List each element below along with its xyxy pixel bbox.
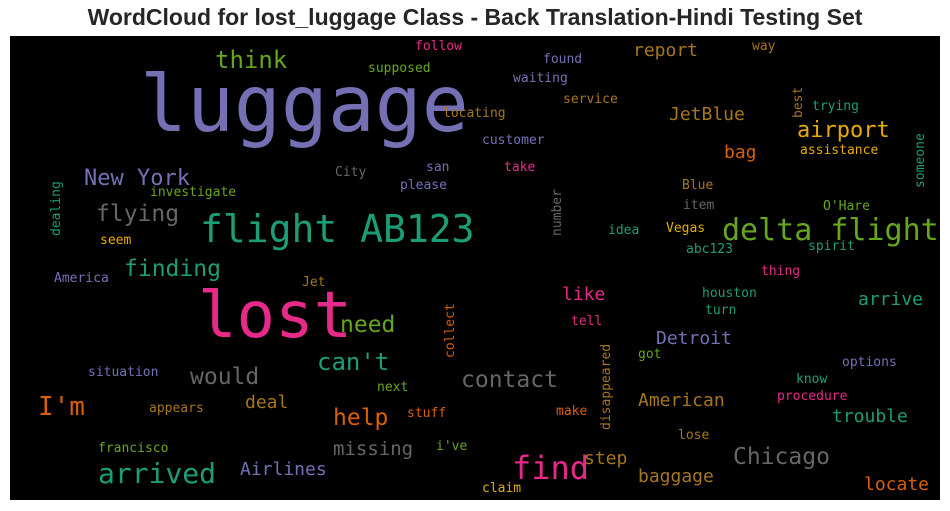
- word-assistance: assistance: [800, 143, 879, 158]
- word-seem: seem: [100, 233, 132, 248]
- word-houston: houston: [702, 286, 757, 301]
- word-step: step: [584, 448, 628, 469]
- word-chicago: Chicago: [733, 444, 830, 470]
- word-someone: someone: [913, 133, 928, 188]
- word-locate: locate: [864, 474, 930, 495]
- word-service: service: [563, 92, 618, 107]
- word-contact: contact: [461, 367, 558, 393]
- word-procedure: procedure: [777, 389, 848, 404]
- word-would: would: [190, 364, 260, 390]
- word-like: like: [562, 284, 606, 305]
- word-disappeared: disappeared: [599, 343, 614, 430]
- word-best: best: [791, 86, 806, 118]
- word-trying: trying: [812, 99, 859, 114]
- word-luggage: luggage: [140, 60, 469, 150]
- word-detroit: Detroit: [656, 328, 732, 349]
- word-city: City: [335, 165, 367, 180]
- word-airlines: Airlines: [240, 459, 327, 480]
- word-i-ve: i've: [436, 439, 468, 454]
- word-trouble: trouble: [832, 406, 908, 427]
- word-find: find: [512, 449, 590, 487]
- word-please: please: [400, 178, 447, 193]
- word-follow: follow: [415, 39, 462, 54]
- word-can-t: can't: [317, 348, 390, 376]
- word-abc123: abc123: [686, 242, 733, 257]
- word-turn: turn: [705, 303, 737, 318]
- word-finding: finding: [124, 256, 221, 282]
- word-spirit: spirit: [808, 239, 855, 254]
- word-flight-ab123: flight AB123: [200, 207, 475, 251]
- word-deal: deal: [245, 392, 289, 413]
- word-lose: lose: [678, 428, 710, 443]
- word-san: san: [426, 160, 450, 175]
- word-dealing: dealing: [49, 181, 64, 236]
- word-take: take: [504, 160, 536, 175]
- word-claim: claim: [482, 481, 522, 496]
- word-flying: flying: [96, 201, 180, 227]
- word-arrived: arrived: [98, 457, 217, 490]
- word-jetblue: JetBlue: [669, 104, 745, 125]
- word-american: American: [638, 390, 725, 411]
- word-tell: tell: [571, 314, 603, 329]
- word-think: think: [215, 46, 288, 74]
- word-vegas: Vegas: [666, 221, 706, 236]
- word-way: way: [752, 39, 776, 54]
- word-i-m: I'm: [38, 392, 85, 422]
- word-stuff: stuff: [407, 406, 447, 421]
- word-number: number: [550, 189, 565, 236]
- word-make: make: [556, 404, 588, 419]
- word-waiting: waiting: [513, 71, 568, 86]
- word-situation: situation: [88, 365, 159, 380]
- word-america: America: [54, 271, 109, 286]
- word-investigate: investigate: [150, 185, 237, 200]
- word-next: next: [377, 380, 409, 395]
- word-idea: idea: [608, 223, 640, 238]
- chart-title: WordCloud for lost_luggage Class - Back …: [87, 4, 863, 30]
- wordcloud-canvas: luggage lost flight AB123 delta flight find a…: [10, 36, 940, 500]
- word-need: need: [340, 312, 396, 338]
- word-supposed: supposed: [368, 61, 431, 76]
- word-o-hare: O'Hare: [823, 199, 870, 214]
- word-found: found: [543, 52, 583, 67]
- word-francisco: francisco: [98, 441, 169, 456]
- word-baggage: baggage: [638, 466, 714, 487]
- word-airport: airport: [797, 118, 890, 143]
- word-item: item: [683, 198, 715, 213]
- word-jet: Jet: [302, 275, 326, 290]
- word-know: know: [796, 372, 828, 387]
- word-blue: Blue: [682, 178, 714, 193]
- word-help: help: [333, 405, 389, 431]
- word-got: got: [638, 347, 662, 362]
- word-thing: thing: [761, 264, 801, 279]
- word-report: report: [633, 40, 699, 61]
- word-missing: missing: [333, 438, 414, 460]
- word-lost: lost: [198, 279, 353, 353]
- word-appears: appears: [149, 401, 204, 416]
- word-options: options: [842, 355, 897, 370]
- word-customer: customer: [482, 133, 545, 148]
- word-bag: bag: [724, 142, 757, 163]
- word-arrive: arrive: [858, 289, 924, 310]
- word-collect: collect: [443, 303, 458, 358]
- word-locating: locating: [443, 106, 506, 121]
